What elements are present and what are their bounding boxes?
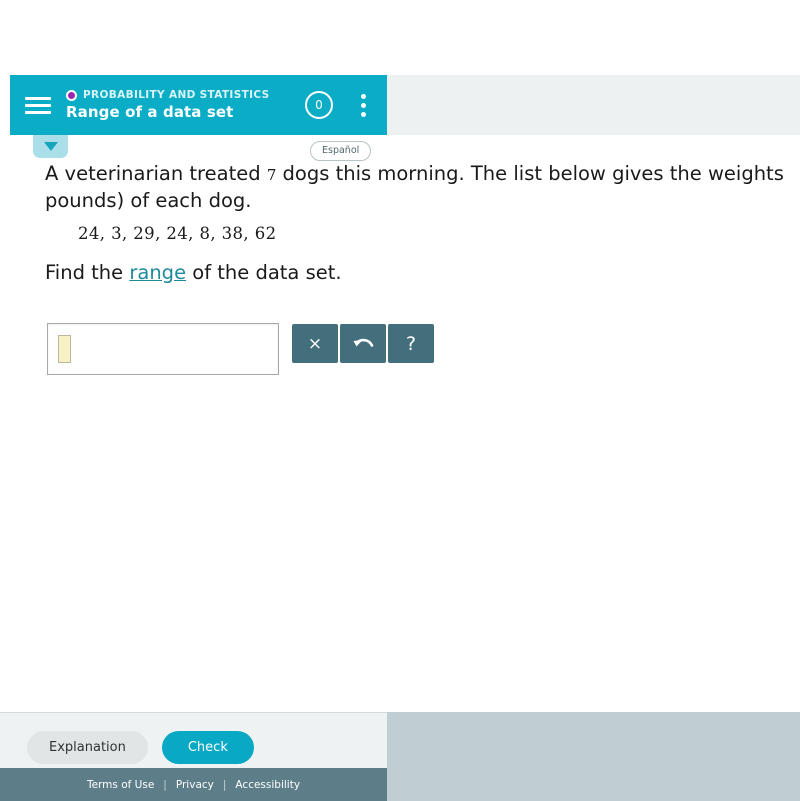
- answer-tool-group: × ?: [292, 324, 434, 363]
- explanation-button[interactable]: Explanation: [27, 730, 148, 764]
- undo-arrow-icon: [353, 338, 374, 347]
- clear-button[interactable]: ×: [292, 324, 338, 363]
- question-stem-part-1: A veterinarian treated: [45, 162, 267, 185]
- terms-of-use-link[interactable]: Terms of Use: [87, 779, 154, 791]
- footer-separator: |: [163, 778, 167, 791]
- kebab-dot: [360, 102, 366, 108]
- undo-button[interactable]: [340, 324, 386, 363]
- clear-icon: ×: [307, 333, 323, 354]
- score-badge[interactable]: 0: [305, 91, 333, 119]
- prompt-prefix: Find the: [45, 261, 130, 284]
- header-category-label: PROBABILITY AND STATISTICS: [83, 89, 270, 101]
- language-toggle-button[interactable]: Español: [310, 141, 372, 161]
- hamburger-icon[interactable]: [10, 75, 66, 135]
- header-right-background: [387, 75, 800, 135]
- answer-input[interactable]: [47, 323, 279, 375]
- question-stem: A veterinarian treated 7 dogs this morni…: [45, 161, 790, 214]
- kebab-dot: [360, 93, 366, 99]
- question-count-value: 7: [266, 166, 277, 184]
- chevron-down-icon[interactable]: [33, 135, 68, 158]
- footer-separator: |: [222, 778, 227, 791]
- header-category-row: PROBABILITY AND STATISTICS: [66, 89, 305, 101]
- exercise-content-panel: [0, 135, 800, 712]
- prompt-suffix: of the data set.: [186, 261, 342, 284]
- header-titles: PROBABILITY AND STATISTICS Range of a da…: [66, 89, 305, 121]
- hamburger-bar: [25, 96, 51, 100]
- bottom-right-background: [387, 712, 800, 801]
- help-button[interactable]: ?: [388, 324, 434, 363]
- accessibility-link[interactable]: Accessibility: [235, 779, 300, 791]
- kebab-dot: [360, 111, 366, 117]
- privacy-link[interactable]: Privacy: [176, 779, 214, 791]
- app-header: PROBABILITY AND STATISTICS Range of a da…: [10, 75, 387, 135]
- hamburger-bar: [25, 103, 51, 107]
- hamburger-bar: [25, 110, 51, 114]
- question-mark-icon: ?: [405, 332, 417, 355]
- kebab-menu-icon[interactable]: [349, 84, 377, 126]
- check-button[interactable]: Check: [161, 730, 254, 764]
- action-bar: Explanation Check: [0, 726, 387, 768]
- footer-bar: Terms of Use | Privacy | Accessibility: [0, 768, 387, 801]
- page-title: Range of a data set: [66, 103, 234, 121]
- category-dot-icon: [66, 89, 77, 101]
- chevron-down-glyph: [43, 142, 58, 151]
- data-set-values: 24, 3, 29, 24, 8, 38, 62: [78, 224, 277, 243]
- question-prompt: Find the range of the data set.: [45, 260, 342, 286]
- range-glossary-link[interactable]: range: [129, 261, 186, 284]
- answer-cursor-placeholder: [58, 335, 71, 363]
